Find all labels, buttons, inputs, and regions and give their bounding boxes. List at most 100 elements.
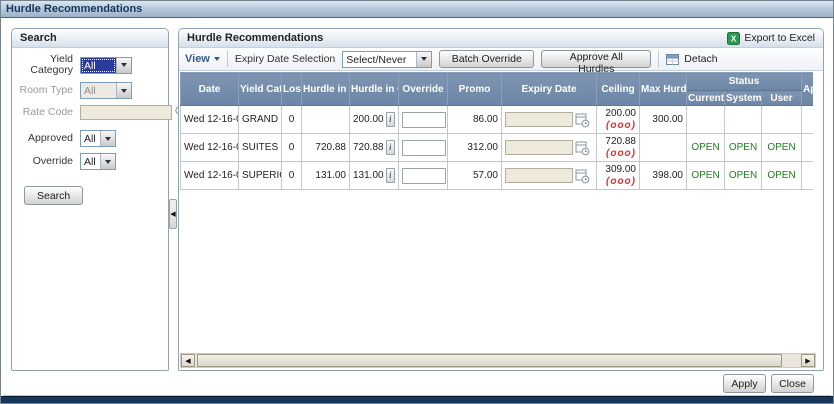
cell-override — [398, 133, 448, 162]
expiry-date-input[interactable] — [505, 112, 573, 127]
cell-yield-category: SUPERIOR — [238, 161, 282, 190]
yield-category-select[interactable]: All — [80, 56, 132, 74]
expiry-date-selection-select[interactable]: Select/Never — [342, 50, 433, 68]
cell-approve-clipped — [801, 161, 813, 190]
main-panel-header: Hurdle Recommendations X Export to Excel — [179, 29, 823, 48]
scrollbar-thumb[interactable] — [197, 354, 782, 367]
rate-code-label: Rate Code — [22, 106, 73, 118]
date-picker-icon[interactable] — [575, 168, 590, 184]
table-row[interactable]: Wed 12-16-09 SUPERIOR 0 131.00 131.00 i … — [180, 161, 813, 190]
ooo-indicator: (ooo) — [606, 119, 636, 131]
dropdown-arrow-icon[interactable] — [116, 57, 131, 73]
cell-yield-category: GRAND — [238, 105, 282, 134]
override-input[interactable] — [402, 139, 446, 156]
detach-icon — [666, 53, 680, 66]
cell-los: 0 — [281, 161, 302, 190]
scroll-right-arrow[interactable]: ▶ — [801, 354, 815, 367]
cell-expiry-date — [501, 161, 597, 190]
column-header-status-user[interactable]: User — [761, 90, 802, 106]
room-type-row: Room Type All — [16, 82, 164, 99]
approved-label: Approved — [28, 132, 73, 144]
cell-status-system: OPEN — [724, 133, 762, 162]
hurdle-orms-value: 200.00 — [353, 114, 384, 125]
yield-category-row: Yield Category All — [16, 54, 164, 76]
cell-status-current: OPEN — [686, 161, 725, 190]
cell-status-user: OPEN — [761, 161, 802, 190]
horizontal-scrollbar[interactable]: ◀ ▶ — [180, 353, 816, 368]
main-panel-title: Hurdle Recommendations — [187, 32, 324, 44]
approve-all-hurdles-button[interactable]: Approve All Hurdles — [541, 50, 652, 75]
column-header-ceiling[interactable]: Ceiling — [596, 72, 640, 106]
apply-button[interactable]: Apply — [723, 374, 766, 393]
cell-expiry-date — [501, 133, 597, 162]
toolbar-separator — [658, 51, 660, 67]
cell-los: 0 — [281, 133, 302, 162]
approved-select[interactable]: All — [80, 130, 116, 147]
column-header-max-hurdle[interactable]: Max Hurdle — [639, 72, 687, 106]
yield-category-label: Yield Category — [30, 53, 73, 76]
override-input[interactable] — [402, 167, 446, 184]
cell-max-hurdle: 300.00 — [639, 105, 687, 134]
ceiling-value: 200.00 — [605, 107, 636, 119]
cell-date: Wed 12-16-09 — [180, 133, 239, 162]
info-button[interactable]: i — [385, 112, 395, 127]
panel-collapse-handle[interactable]: ◀ — [169, 199, 177, 229]
cell-status-system — [724, 105, 762, 134]
dropdown-arrow-icon[interactable] — [100, 154, 115, 169]
ooo-indicator: (ooo) — [606, 147, 636, 159]
column-header-yield-category[interactable]: Yield Category — [238, 72, 282, 106]
footer-buttons: Apply Close — [723, 374, 814, 393]
window-titlebar: Hurdle Recommendations — [1, 1, 833, 18]
info-button[interactable]: i — [385, 168, 395, 183]
table-row[interactable]: Wed 12-16-09 GRAND 0 200.00 i 86.00 — [180, 105, 813, 134]
cell-promo: 312.00 — [447, 133, 502, 162]
column-header-date[interactable]: Date — [180, 72, 239, 106]
export-to-excel-label: Export to Excel — [744, 32, 815, 44]
column-header-override[interactable]: Override — [398, 72, 448, 106]
scroll-left-arrow[interactable]: ◀ — [181, 354, 195, 367]
column-header-approve-clipped[interactable]: Ap — [801, 72, 813, 106]
column-header-hurdle-in-opera[interactable]: Hurdle in Opera — [301, 72, 350, 106]
info-button[interactable]: i — [385, 140, 395, 155]
collapse-arrow-icon: ◀ — [170, 211, 176, 218]
column-header-expiry-date[interactable]: Expiry Date — [501, 72, 597, 106]
table-toolbar: View Expiry Date Selection Select/Never … — [179, 48, 823, 75]
batch-override-button[interactable]: Batch Override — [439, 50, 535, 68]
cell-status-current — [686, 105, 725, 134]
view-menu-button[interactable]: View — [185, 53, 220, 65]
ooo-indicator: (ooo) — [606, 175, 636, 187]
column-header-promo[interactable]: Promo — [447, 72, 502, 106]
column-header-los[interactable]: Los — [281, 72, 302, 106]
dropdown-arrow-icon[interactable] — [416, 51, 432, 67]
cell-status-current: OPEN — [686, 133, 725, 162]
cell-override — [398, 161, 448, 190]
column-header-status-system[interactable]: System — [724, 90, 762, 106]
search-button[interactable]: Search — [24, 186, 84, 205]
date-picker-icon[interactable] — [575, 112, 590, 128]
cell-hurdle-opera: 720.88 — [301, 133, 350, 162]
column-header-status-group: Status — [686, 72, 802, 91]
svg-text:X: X — [731, 34, 737, 43]
rate-code-row: Rate Code — [16, 105, 187, 120]
column-header-status-current[interactable]: Current — [686, 90, 725, 106]
dropdown-arrow-icon[interactable] — [100, 131, 115, 146]
table-row[interactable]: Wed 12-16-09 SUITES 0 720.88 720.88 i 31… — [180, 133, 813, 162]
export-to-excel-button[interactable]: X Export to Excel — [727, 31, 815, 45]
yield-category-value: All — [81, 57, 116, 73]
cell-hurdle-opera: 131.00 — [301, 161, 350, 190]
cell-ceiling: 309.00 (ooo) — [596, 161, 640, 190]
override-input[interactable] — [402, 111, 446, 128]
cell-status-user — [761, 105, 802, 134]
cell-promo: 57.00 — [447, 161, 502, 190]
chevron-down-icon — [213, 57, 220, 61]
column-header-hurdle-in-orms[interactable]: Hurdle in ORMS — [349, 72, 399, 106]
detach-button[interactable]: Detach — [666, 53, 718, 66]
excel-icon: X — [727, 31, 741, 45]
rate-code-input[interactable] — [80, 105, 172, 120]
date-picker-icon[interactable] — [575, 140, 590, 156]
close-button[interactable]: Close — [771, 374, 814, 393]
detach-label: Detach — [684, 53, 718, 65]
expiry-date-input[interactable] — [505, 168, 573, 183]
override-select[interactable]: All — [80, 153, 116, 170]
expiry-date-input[interactable] — [505, 140, 573, 155]
